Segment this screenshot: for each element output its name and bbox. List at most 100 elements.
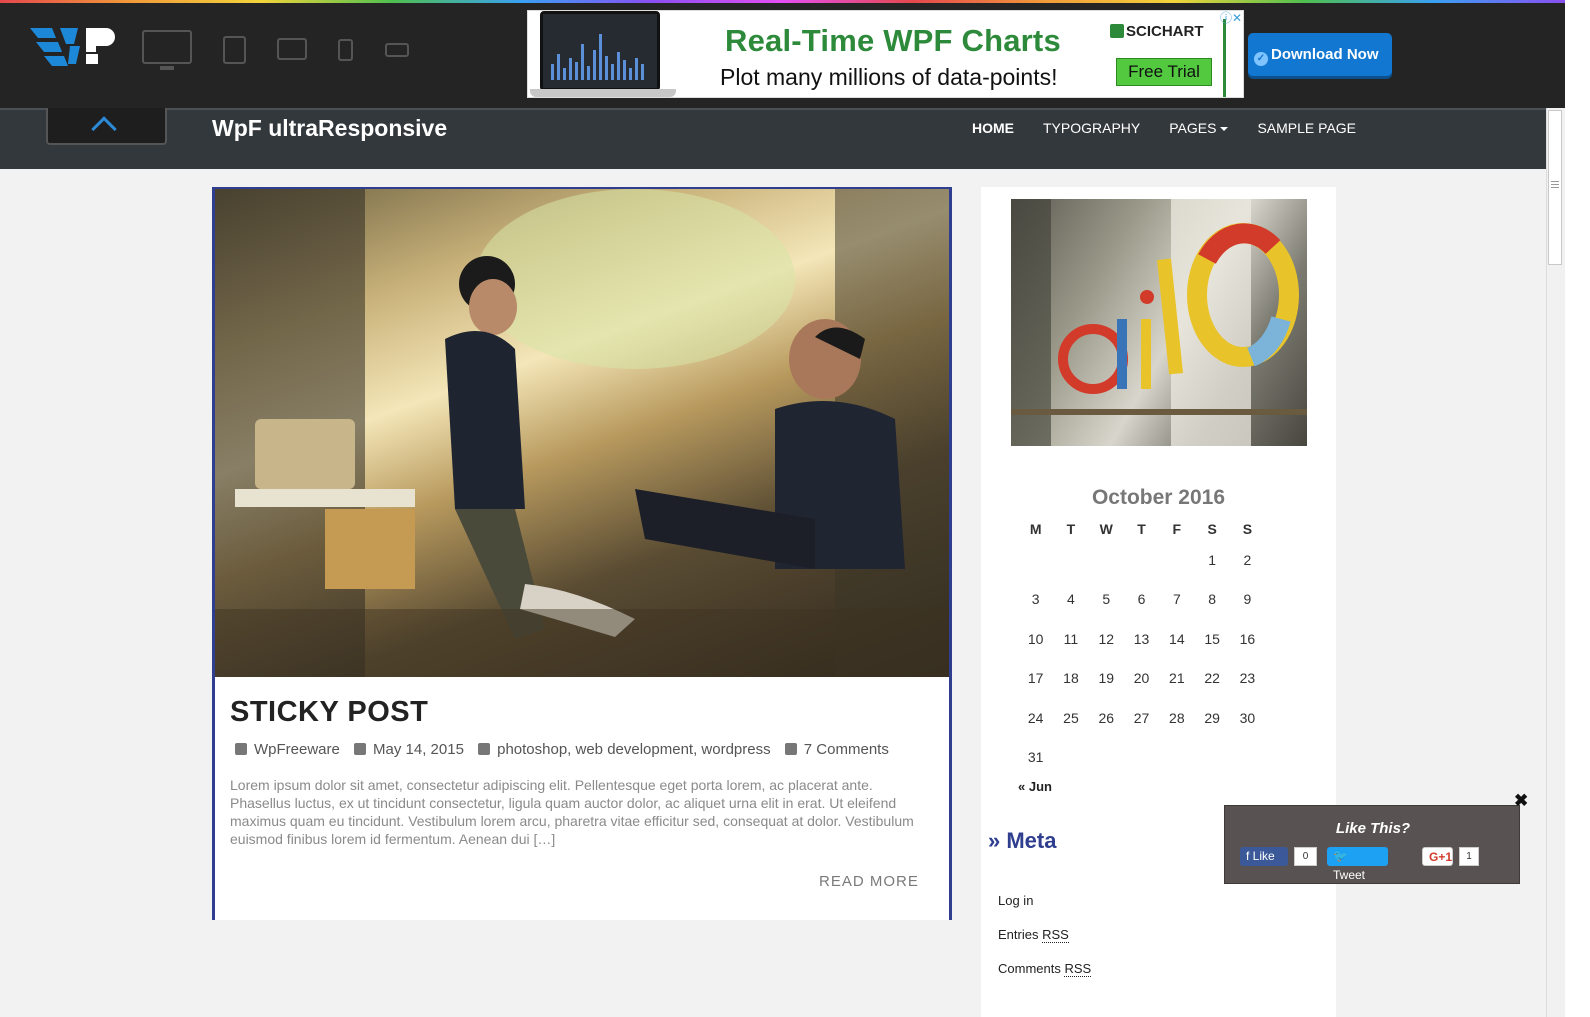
facebook-like-count: 0 [1294,847,1317,866]
nav-sample-page[interactable]: SAMPLE PAGE [1257,120,1356,136]
calendar-day: 12 [1098,630,1115,647]
calendar-day [1053,540,1088,580]
post-categories[interactable]: photoshop, web development, wordpress [478,741,771,758]
calendar-day [1194,738,1229,778]
calendar-day: 1 [1208,551,1217,568]
tablet-landscape-view-icon[interactable] [277,38,307,60]
ad-brand-text: SCICHART [1126,23,1204,40]
double-chevron-right-icon: » [988,828,1007,853]
phone-landscape-view-icon[interactable] [385,43,409,57]
main-nav: HOME TYPOGRAPHY PAGES SAMPLE PAGE [972,120,1385,136]
post-meta: WpFreeware May 14, 2015 photoshop, web d… [235,741,899,758]
calendar-weekday: T [1066,521,1076,537]
meta-comments-rss-link[interactable]: Comments RSS [998,961,1092,977]
calendar-day [1089,540,1124,580]
like-this-popup: Like This? f Like 0 🐦 Tweet G+1 1 [1224,805,1520,884]
post-categories-text: photoshop, web development, wordpress [497,741,771,758]
google-plus-count: 1 [1459,847,1479,866]
calendar-weekday: S [1242,521,1253,537]
calendar-day: 24 [1027,709,1044,726]
post-author[interactable]: WpFreeware [235,741,340,758]
calendar-caption: October 2016 [1091,486,1226,509]
ad-brand-logo: SCICHART [1110,23,1204,40]
calendar-week-row: 24 25 26 27 28 29 30 [1018,698,1265,738]
desktop-view-icon[interactable] [142,30,192,70]
calendar-day [1159,738,1194,778]
user-icon [235,743,247,755]
meta-comments-rss-abbr: RSS [1064,961,1092,977]
read-more-link[interactable]: READ MORE [819,873,919,890]
download-now-button[interactable]: ✓ Download Now [1248,33,1392,76]
calendar-day: 10 [1027,630,1044,647]
calendar-day: 26 [1098,709,1115,726]
calendar-weekday: T [1137,521,1146,537]
toolbar-collapse-button[interactable] [46,108,167,145]
facebook-like-label: Like [1252,849,1275,863]
post-author-name: WpFreeware [254,741,340,758]
calendar-day: 15 [1204,630,1220,647]
ad-close-icon[interactable]: ⓘ✕ [1214,11,1242,25]
nav-pages-label: PAGES [1169,120,1217,136]
rainbow-strip [0,0,1565,3]
wpf-logo[interactable] [30,24,116,72]
twitter-icon: 🐦 [1333,849,1348,863]
calendar-weekday: M [1029,521,1042,537]
meta-login-link[interactable]: Log in [998,893,1033,908]
calendar-day: 2 [1243,551,1252,568]
calendar-day [1124,540,1159,580]
ad-laptop-image [540,11,660,91]
phone-portrait-view-icon[interactable] [338,39,353,61]
sticky-post-card: STICKY POST WpFreeware May 14, 2015 phot… [212,187,952,920]
calendar-day: 30 [1239,709,1256,726]
ad-divider [1223,19,1226,97]
meta-entries-rss-link[interactable]: Entries RSS [998,927,1069,943]
calendar-prev-month-link[interactable]: « Jun [1018,779,1052,794]
calendar-day: 5 [1102,591,1111,608]
nav-home[interactable]: HOME [972,120,1014,136]
calendar-week-row: 12 [1018,540,1265,580]
list-icon [478,743,491,755]
calendar-day [1230,738,1265,778]
calendar-weekday: W [1099,521,1113,537]
google-plus-button[interactable]: G+1 [1422,847,1453,866]
calendar-day: 14 [1169,630,1185,647]
calendar-weekdays: MTWTFSS [1018,518,1265,540]
twitter-tweet-button[interactable]: 🐦 Tweet [1327,847,1388,882]
calendar-day: 13 [1133,630,1150,647]
calendar-day [1053,738,1088,778]
calendar-day [1089,738,1124,778]
ad-free-trial-button[interactable]: Free Trial [1116,58,1212,86]
facebook-like-button[interactable]: f Like [1240,847,1288,866]
calendar-day [1159,540,1194,580]
download-icon: ✓ [1254,52,1268,66]
post-title[interactable]: STICKY POST [230,696,428,729]
scrollbar-grip-icon [1551,181,1559,190]
calendar-day: 28 [1169,709,1185,726]
meta-widget-title: » Meta [988,828,1056,854]
calendar-day: 17 [1027,670,1044,687]
post-featured-image[interactable] [215,189,949,677]
window-edge [1565,0,1590,1017]
tablet-portrait-view-icon[interactable] [223,36,246,64]
post-date[interactable]: May 14, 2015 [354,741,464,758]
calendar-day: 21 [1169,670,1185,687]
nav-pages[interactable]: PAGES [1169,120,1229,136]
ad-headline[interactable]: Real-Time WPF Charts [725,23,1061,59]
calendar-day: 11 [1063,630,1079,647]
calendar-day: 29 [1204,709,1220,726]
post-date-text: May 14, 2015 [373,741,464,758]
calendar-week-row: 10 11 12 13 14 15 16 [1018,619,1265,659]
post-comments[interactable]: 7 Comments [784,741,889,758]
calendar-day: 3 [1031,591,1040,608]
meta-entries-rss-abbr: RSS [1042,927,1069,943]
sidebar-image[interactable] [1011,199,1307,446]
calendar-day: 23 [1239,670,1256,687]
calendar-day: 27 [1133,709,1150,726]
like-popup-close-icon[interactable]: ✖ [1514,791,1528,811]
site-title[interactable]: WpF ultraResponsive [212,115,447,142]
calendar-day: 7 [1172,591,1181,608]
ad-banner[interactable]: Real-Time WPF Charts Plot many millions … [527,10,1244,98]
caret-down-icon [1220,127,1229,131]
calendar-day: 19 [1098,670,1115,687]
nav-typography[interactable]: TYPOGRAPHY [1043,120,1140,136]
